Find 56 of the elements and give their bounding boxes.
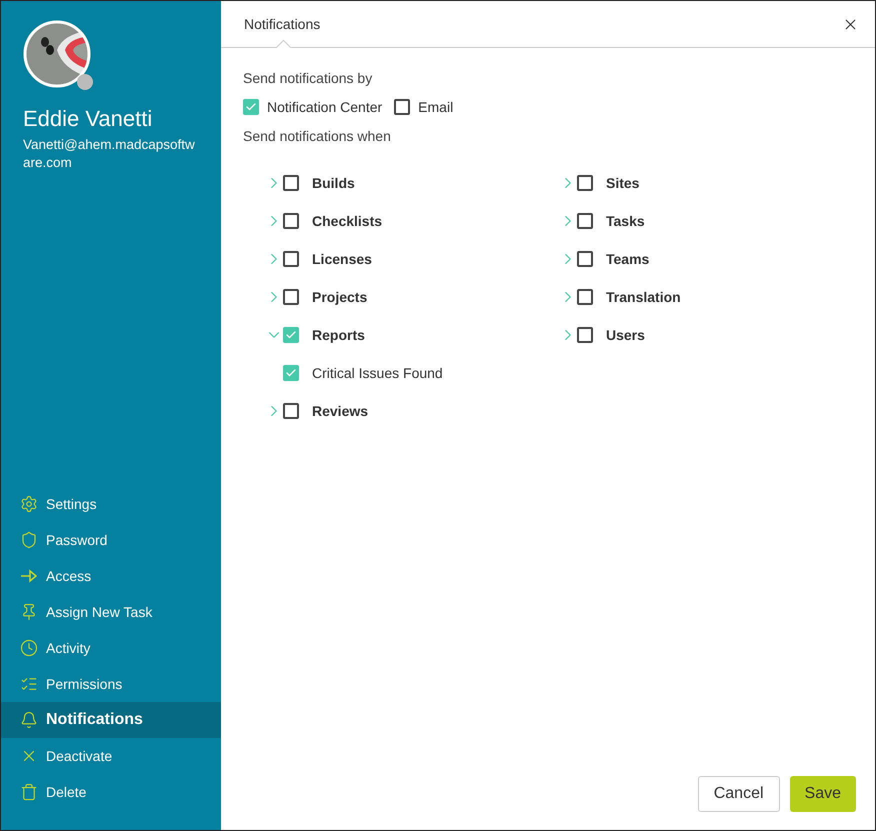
category-label: Projects xyxy=(312,289,368,305)
user-name: Eddie Vanetti xyxy=(23,106,154,132)
menu-item[interactable]: Settings xyxy=(1,486,221,522)
checkbox[interactable] xyxy=(283,403,299,419)
category-label: Users xyxy=(606,327,645,343)
subcategory-label: Critical Issues Found xyxy=(312,365,443,381)
shield-icon xyxy=(20,531,38,549)
status-dot xyxy=(77,74,93,90)
checkmark-icon xyxy=(245,101,257,113)
section-label: Send notifications by xyxy=(243,70,374,86)
category-label: Licenses xyxy=(312,251,372,267)
checkbox[interactable] xyxy=(243,99,259,115)
trash-icon xyxy=(20,783,38,801)
menu-item[interactable]: Deactivate xyxy=(1,738,221,774)
cancel-button[interactable]: Cancel xyxy=(698,776,780,812)
checkbox[interactable] xyxy=(283,327,299,343)
menu-item[interactable]: Notifications xyxy=(1,702,221,738)
checkbox[interactable] xyxy=(283,175,299,191)
clock-icon xyxy=(20,639,38,657)
checkbox[interactable] xyxy=(577,213,593,229)
menu-item[interactable]: Password xyxy=(1,522,221,558)
menu-item[interactable]: Assign New Task xyxy=(1,594,221,630)
section-label: Send notifications when xyxy=(243,128,392,144)
category-label: Sites xyxy=(606,175,640,191)
checkbox[interactable] xyxy=(283,365,299,381)
checkbox[interactable] xyxy=(577,175,593,191)
checkbox[interactable] xyxy=(283,251,299,267)
category-label: Translation xyxy=(606,289,681,305)
bell-icon xyxy=(20,711,38,729)
checkbox[interactable] xyxy=(283,289,299,305)
category-label: Reviews xyxy=(312,403,368,419)
menu-item[interactable]: Activity xyxy=(1,630,221,666)
option-label: Notification Center xyxy=(267,99,382,115)
category-label: Reports xyxy=(312,327,365,343)
checkmark-icon xyxy=(285,367,297,379)
arrow-icon xyxy=(20,567,38,585)
checkbox[interactable] xyxy=(283,213,299,229)
checkbox[interactable] xyxy=(577,251,593,267)
menu-item[interactable]: Access xyxy=(1,558,221,594)
category-label: Teams xyxy=(606,251,650,267)
menu-item[interactable]: Delete xyxy=(1,774,221,810)
settings-icon xyxy=(20,495,38,513)
category-label: Builds xyxy=(312,175,355,191)
menu-item[interactable]: Permissions xyxy=(1,666,221,702)
checkmark-icon xyxy=(285,329,297,341)
category-label: Tasks xyxy=(606,213,645,229)
option-label: Email xyxy=(418,99,454,115)
checkbox[interactable] xyxy=(577,289,593,305)
user-email: Vanetti@ahem.madcapsoftware.com xyxy=(23,136,196,172)
list-icon xyxy=(20,675,38,693)
pin-icon xyxy=(20,603,38,621)
tab[interactable]: Notifications xyxy=(244,16,320,32)
checkbox[interactable] xyxy=(577,327,593,343)
save-button[interactable]: Save xyxy=(790,776,856,812)
checkbox[interactable] xyxy=(394,99,410,115)
category-label: Checklists xyxy=(312,213,382,229)
